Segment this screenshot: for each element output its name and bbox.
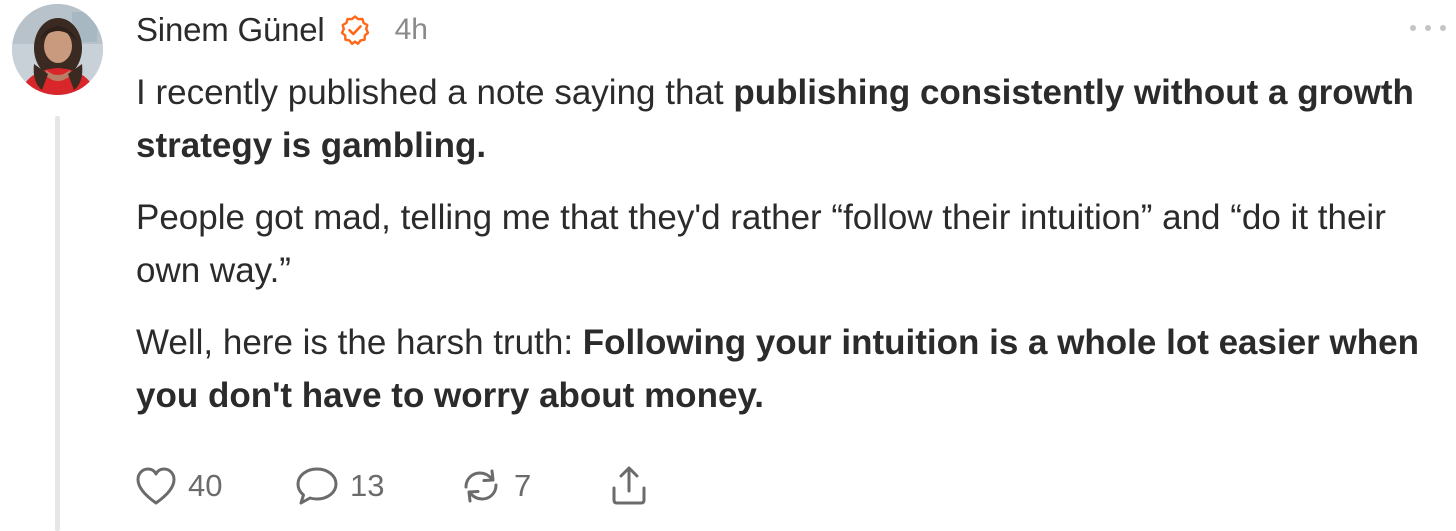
more-dots-icon[interactable] — [1410, 18, 1446, 38]
restack-button[interactable]: 7 — [458, 465, 606, 507]
note-actions: 40 13 7 — [134, 460, 652, 512]
like-button[interactable]: 40 — [134, 465, 294, 507]
share-button[interactable] — [606, 464, 652, 508]
note-paragraph: Well, here is the harsh truth: Following… — [136, 316, 1446, 422]
heart-icon — [136, 467, 176, 505]
dot — [1425, 25, 1431, 31]
comment-count: 13 — [350, 468, 385, 503]
share-upload-icon — [612, 466, 646, 505]
restack-count: 7 — [514, 468, 532, 503]
speech-bubble-icon — [296, 467, 338, 505]
note-body: I recently published a note saying that … — [136, 66, 1446, 441]
note-paragraph: People got mad, telling me that they'd r… — [136, 191, 1446, 297]
dot — [1410, 25, 1416, 31]
author-avatar[interactable] — [12, 4, 103, 95]
avatar-photo — [12, 4, 103, 95]
note-header: Sinem Günel 4h — [136, 8, 428, 52]
thread-line — [55, 116, 60, 531]
text-span: I recently published a note saying that — [136, 73, 734, 112]
text-span: People got mad, telling me that they'd r… — [136, 198, 1386, 290]
verified-check-badge-icon — [339, 14, 371, 46]
note-paragraph: I recently published a note saying that … — [136, 66, 1446, 172]
restack-arrows-icon — [464, 469, 498, 503]
text-span: Well, here is the harsh truth: — [136, 323, 583, 362]
author-name[interactable]: Sinem Günel — [136, 11, 325, 49]
like-count: 40 — [188, 468, 223, 503]
comment-button[interactable]: 13 — [294, 465, 458, 507]
note-timestamp[interactable]: 4h — [395, 13, 428, 47]
dot — [1440, 25, 1446, 31]
